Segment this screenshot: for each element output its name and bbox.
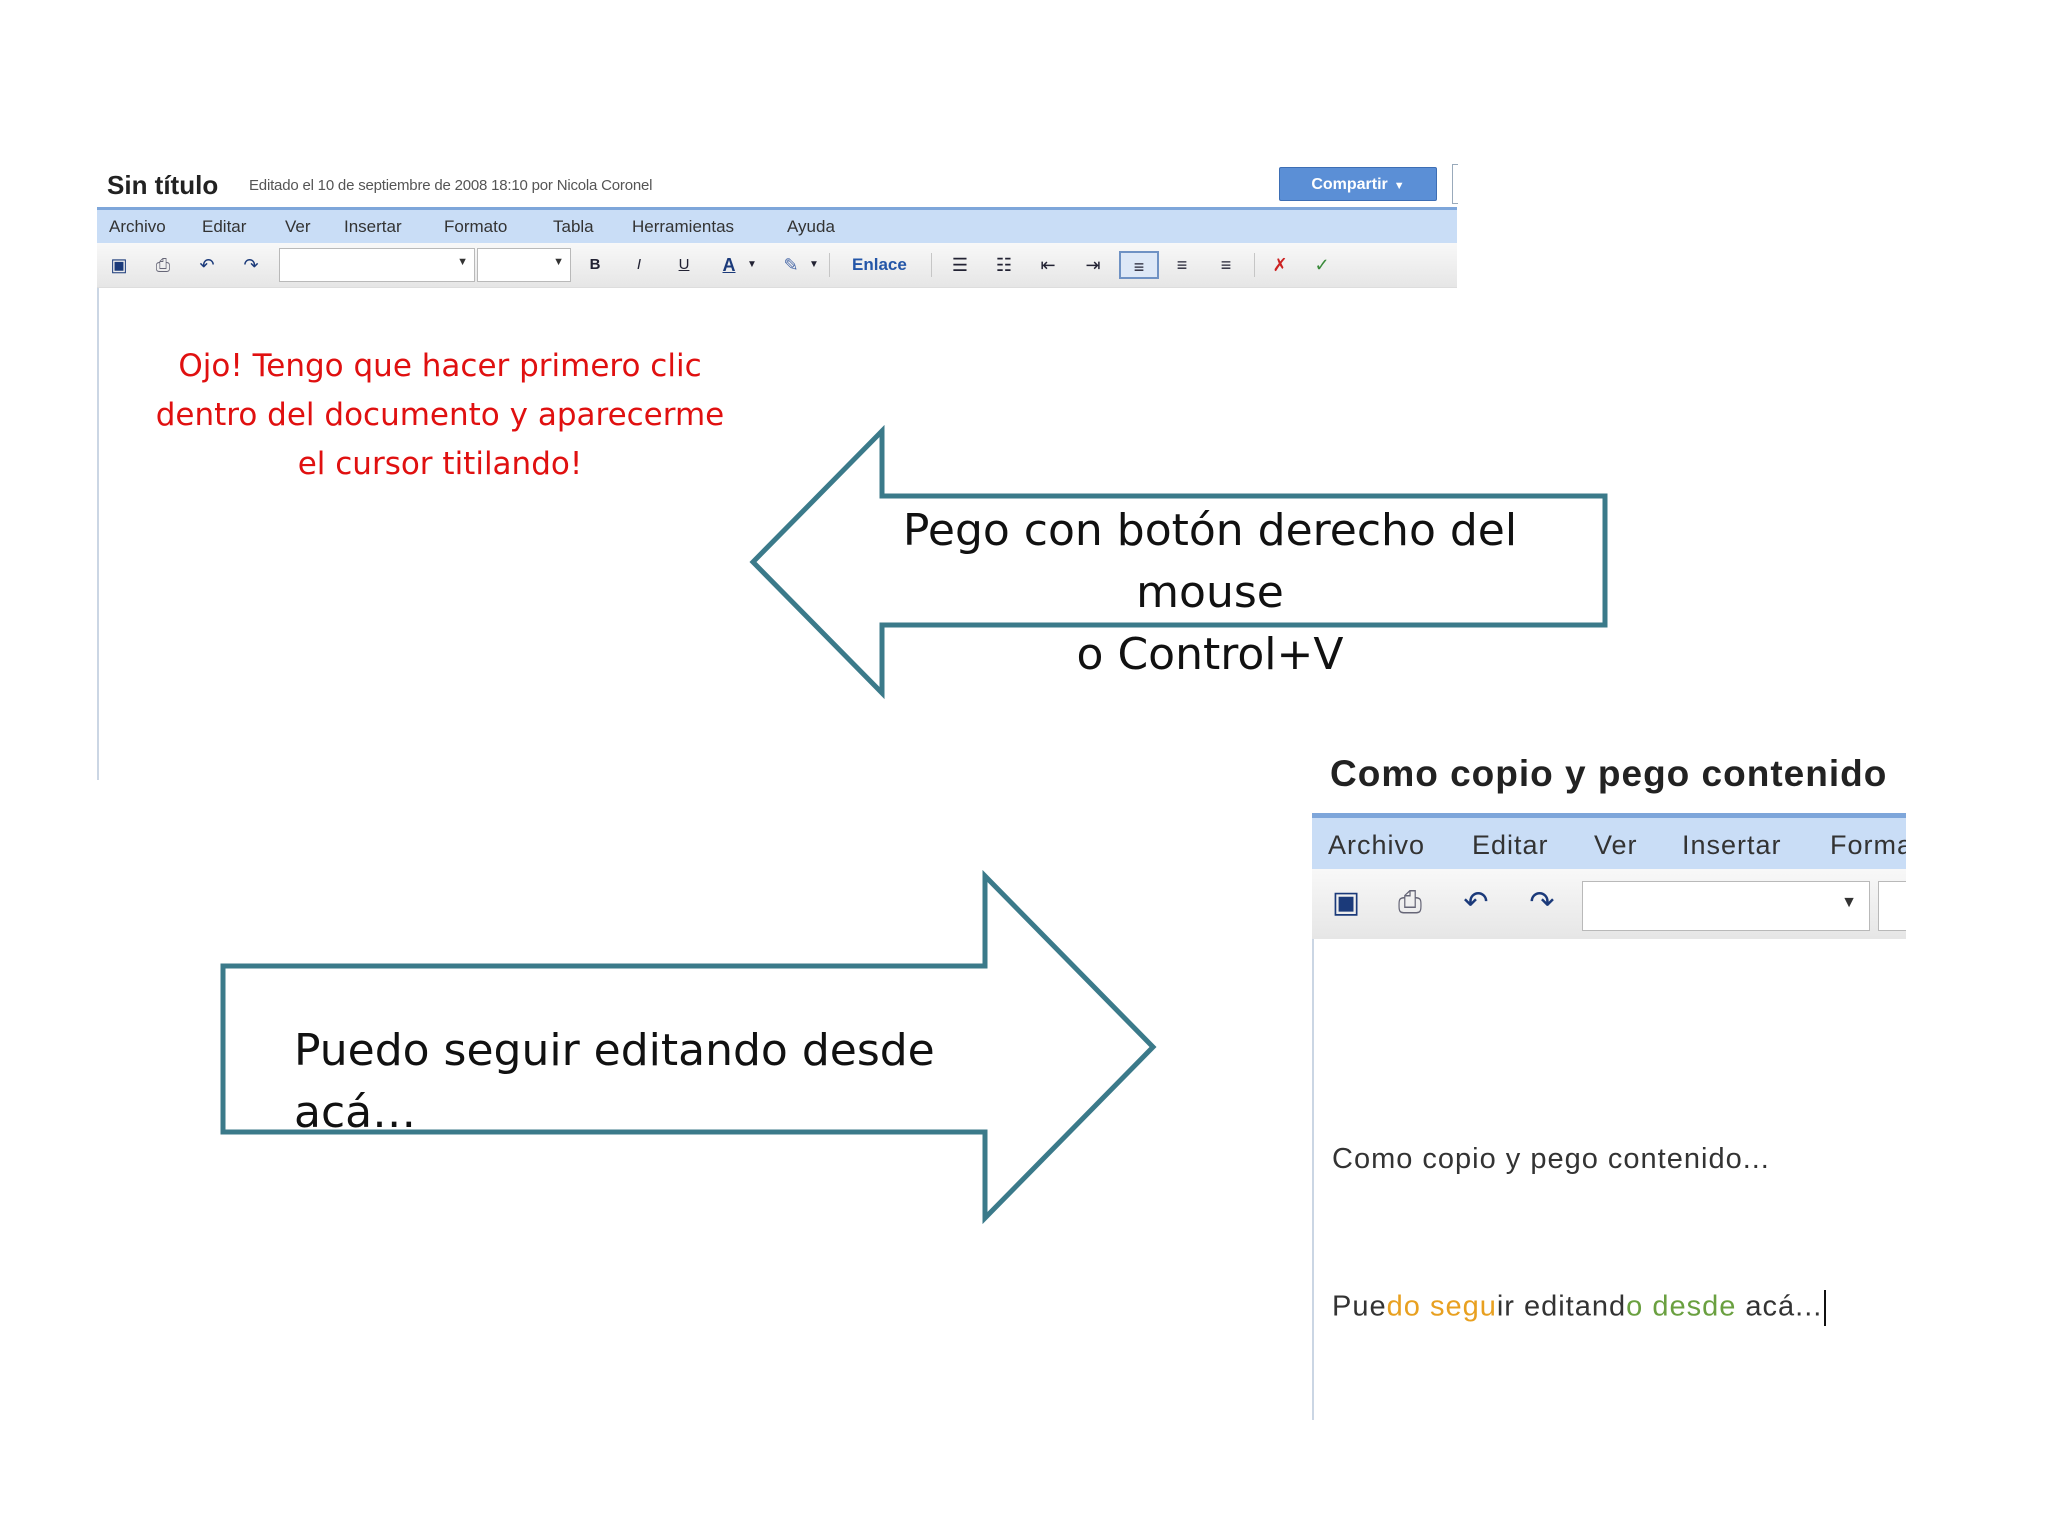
undo-icon[interactable]: ↶ bbox=[193, 251, 221, 279]
chevron-down-icon[interactable]: ▼ bbox=[807, 251, 821, 279]
outdent-icon[interactable]: ⇤ bbox=[1033, 251, 1063, 279]
left-arrow-line: o Control+V bbox=[1076, 629, 1344, 680]
menu-insertar[interactable]: Insertar bbox=[344, 217, 402, 237]
toolbar-separator bbox=[829, 253, 830, 277]
menu-herramientas[interactable]: Herramientas bbox=[632, 217, 734, 237]
highlight-icon[interactable]: ✎ bbox=[777, 251, 805, 279]
italic-button[interactable]: I bbox=[627, 251, 651, 279]
menu-insertar[interactable]: Insertar bbox=[1682, 830, 1782, 861]
text-segment: ir edita bbox=[1496, 1290, 1592, 1323]
text-segment: nd bbox=[1591, 1290, 1627, 1323]
doc-title[interactable]: Sin título bbox=[107, 170, 218, 201]
text-color-button[interactable]: A bbox=[715, 251, 743, 279]
document-area[interactable] bbox=[1312, 939, 1906, 1420]
print-icon[interactable]: ⎙ bbox=[149, 251, 177, 279]
text-segment: acá... bbox=[1736, 1290, 1823, 1323]
link-button[interactable]: Enlace bbox=[852, 255, 907, 275]
toolbar: ▣ ⎙ ↶ ↷ ▼ bbox=[1312, 869, 1906, 939]
menu-editar[interactable]: Editar bbox=[202, 217, 246, 237]
menu-archivo[interactable]: Archivo bbox=[1328, 830, 1425, 861]
text-segment: Pue bbox=[1332, 1290, 1387, 1323]
numbered-list-icon[interactable]: ☰ bbox=[945, 251, 975, 279]
chevron-down-icon: ▼ bbox=[1393, 180, 1405, 192]
menu-formato[interactable]: Formato bbox=[444, 217, 507, 237]
document-text-line-edited: Puedo seguir editando desde acá... bbox=[1332, 1290, 1827, 1326]
note-line: Ojo! Tengo que hacer primero clic bbox=[178, 348, 702, 384]
save-icon[interactable]: ▣ bbox=[1328, 885, 1364, 921]
right-arrow-text: Puedo seguir editando desde acá… bbox=[294, 1025, 935, 1138]
partial-button[interactable] bbox=[1452, 164, 1458, 204]
menu-formato[interactable]: Forma bbox=[1830, 830, 1906, 861]
align-center-icon[interactable]: ≡ bbox=[1167, 251, 1197, 279]
align-left-icon[interactable]: ≡ bbox=[1119, 251, 1159, 279]
undo-icon[interactable]: ↶ bbox=[1458, 885, 1494, 921]
menu-ver[interactable]: Ver bbox=[285, 217, 311, 237]
note-line: dentro del documento y aparecerme bbox=[155, 397, 725, 433]
bold-button[interactable]: B bbox=[583, 251, 607, 279]
redo-icon[interactable]: ↷ bbox=[1524, 885, 1560, 921]
font-select[interactable]: ▼ bbox=[1582, 881, 1870, 931]
font-select[interactable]: ▼ bbox=[279, 248, 475, 282]
align-right-icon[interactable]: ≡ bbox=[1211, 251, 1241, 279]
left-arrow-text: Pego con botón derecho del mouse o Contr… bbox=[880, 500, 1540, 686]
text-segment: do bbox=[1386, 1290, 1430, 1323]
toolbar: ▣ ⎙ ↶ ↷ ▼ ▼ B I U A ▼ ✎ ▼ Enlace ☰ ☷ ⇤ ⇥… bbox=[97, 243, 1457, 288]
doc-title[interactable]: Como copio y pego contenido bbox=[1330, 753, 1887, 795]
save-icon[interactable]: ▣ bbox=[107, 251, 131, 279]
toolbar-separator bbox=[931, 253, 932, 277]
bullet-list-icon[interactable]: ☷ bbox=[989, 251, 1019, 279]
doc-edit-info: Editado el 10 de septiembre de 2008 18:1… bbox=[249, 177, 653, 194]
redo-icon[interactable]: ↷ bbox=[237, 251, 265, 279]
indent-icon[interactable]: ⇥ bbox=[1078, 251, 1108, 279]
share-button-label: Compartir bbox=[1311, 176, 1388, 193]
menu-tabla[interactable]: Tabla bbox=[553, 217, 594, 237]
menu-archivo[interactable]: Archivo bbox=[109, 217, 166, 237]
instruction-note: Ojo! Tengo que hacer primero clic dentro… bbox=[130, 342, 750, 489]
print-icon[interactable]: ⎙ bbox=[1392, 885, 1428, 921]
menu-bar: Archivo Editar Ver Insertar Forma bbox=[1312, 813, 1906, 869]
font-size-select[interactable] bbox=[1878, 881, 1906, 931]
menu-ver[interactable]: Ver bbox=[1594, 830, 1638, 861]
share-button[interactable]: Compartir ▼ bbox=[1279, 167, 1437, 201]
chevron-down-icon: ▼ bbox=[553, 256, 564, 268]
chevron-down-icon[interactable]: ▼ bbox=[745, 251, 759, 279]
text-cursor bbox=[1824, 1290, 1827, 1326]
chevron-down-icon: ▼ bbox=[1841, 894, 1857, 911]
text-segment: segu bbox=[1429, 1290, 1497, 1323]
note-line: el cursor titilando! bbox=[297, 446, 583, 482]
bottom-docs-screenshot: Como copio y pego contenido Archivo Edit… bbox=[1312, 745, 1906, 1420]
chevron-down-icon: ▼ bbox=[457, 256, 468, 268]
menu-ayuda[interactable]: Ayuda bbox=[787, 217, 835, 237]
menu-bar: Archivo Editar Ver Insertar Formato Tabl… bbox=[97, 207, 1457, 243]
text-segment: o desde bbox=[1626, 1290, 1737, 1323]
left-arrow-line: Pego con botón derecho del mouse bbox=[902, 505, 1518, 618]
spellcheck-icon[interactable]: ✓ bbox=[1307, 251, 1337, 279]
document-text-line: Como copio y pego contenido... bbox=[1332, 1143, 1770, 1175]
clear-formatting-icon[interactable]: ✗ bbox=[1265, 251, 1295, 279]
title-row: Sin título Editado el 10 de septiembre d… bbox=[97, 160, 1458, 206]
font-size-select[interactable]: ▼ bbox=[477, 248, 571, 282]
underline-button[interactable]: U bbox=[672, 251, 696, 279]
toolbar-separator bbox=[1254, 253, 1255, 277]
menu-editar[interactable]: Editar bbox=[1472, 830, 1549, 861]
